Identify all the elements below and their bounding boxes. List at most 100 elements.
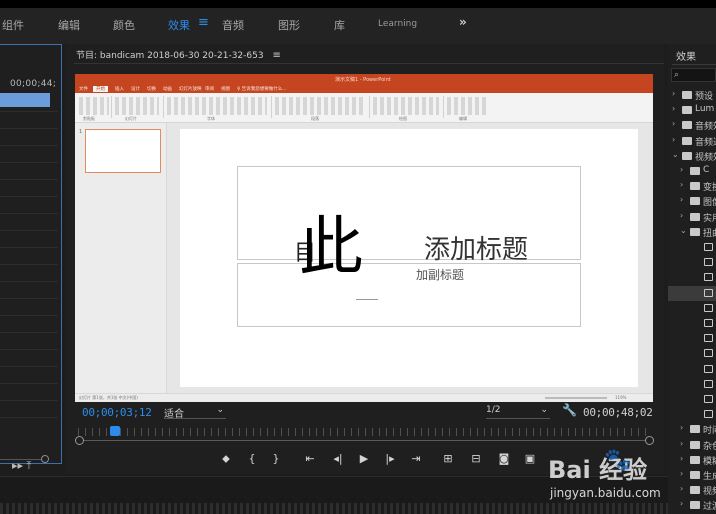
effects-folder-row[interactable]: › 模糊 [668, 453, 716, 468]
mark-in-icon[interactable]: { [242, 450, 262, 468]
timeline-clip[interactable] [0, 93, 50, 107]
effect-preset-icon [704, 243, 713, 251]
effects-folder-row[interactable]: › 时间 [668, 422, 716, 437]
folder-icon [690, 471, 700, 479]
effects-folder-row[interactable]: › 视频 [668, 483, 716, 498]
folder-icon [690, 182, 700, 191]
subtitle-placeholder [237, 263, 581, 327]
disclosure-arrow-icon[interactable]: › [672, 104, 675, 113]
monitor-zoom-bar[interactable] [82, 440, 648, 441]
monitor-time-ruler[interactable] [78, 428, 652, 436]
tab-color[interactable]: 颜色 [113, 17, 135, 33]
effects-menu-icon[interactable]: ≡ [198, 15, 209, 30]
disclosure-arrow-icon[interactable]: › [672, 89, 675, 98]
ppt-editing-area: 添加标题 加副标题 目 此 [167, 123, 653, 393]
chevron-down-icon: ⌄ [540, 405, 548, 415]
tab-library[interactable]: 库 [334, 17, 345, 33]
insert-icon[interactable]: ⊞ [438, 450, 458, 468]
disclosure-arrow-icon[interactable]: › [680, 211, 683, 220]
tab-effects[interactable]: 效果 [168, 17, 190, 33]
monitor-menu-icon[interactable]: ≡ [272, 50, 280, 61]
ribbon-divider [443, 96, 444, 118]
zoom-bar-right-handle[interactable] [645, 436, 654, 445]
disclosure-arrow-icon[interactable]: › [680, 423, 683, 432]
timeline-scroll-handle[interactable] [41, 455, 49, 463]
effects-folder-row[interactable]: › 过渡 [668, 498, 716, 513]
os-title-strip [0, 0, 716, 8]
effects-folder-row[interactable]: ⌄ 扭曲 [668, 225, 716, 240]
effects-folder-row[interactable]: › 杂色 [668, 438, 716, 453]
play-icon[interactable]: ▶ [354, 450, 374, 468]
disclosure-arrow-icon[interactable]: › [680, 454, 683, 463]
disclosure-arrow-icon[interactable]: › [672, 119, 675, 128]
tab-editing[interactable]: 编辑 [58, 17, 80, 33]
go-to-in-icon[interactable]: ⇤ [300, 450, 320, 468]
disclosure-arrow-icon[interactable]: ⌄ [672, 150, 679, 159]
disclosure-arrow-icon[interactable]: › [680, 180, 683, 189]
title-placeholder-text: 添加标题 [424, 235, 529, 265]
go-to-out-icon[interactable]: ⇥ [406, 450, 426, 468]
marker-icon[interactable]: ⬥ [216, 450, 236, 468]
folder-icon [690, 227, 700, 236]
playback-resolution-dropdown[interactable]: 1/2 ⌄ [486, 405, 550, 419]
effects-folder-row[interactable]: › 预设 [668, 88, 716, 103]
zoom-bar-left-handle[interactable] [75, 436, 84, 445]
export-frame-icon[interactable]: ◙ [494, 450, 514, 468]
animated-text-large: 此 [299, 211, 363, 285]
disclosure-arrow-icon[interactable]: › [680, 165, 683, 174]
effects-preset-row[interactable] [668, 407, 716, 422]
compare-icon[interactable]: ▣ [520, 450, 540, 468]
disclosure-arrow-icon[interactable]: › [680, 439, 683, 448]
overwrite-icon[interactable]: ⊟ [466, 450, 486, 468]
effects-preset-row[interactable] [668, 346, 716, 361]
effects-preset-row[interactable] [668, 331, 716, 346]
disclosure-arrow-icon[interactable]: ⌄ [680, 226, 687, 235]
effects-folder-row[interactable]: › Lum [668, 103, 716, 118]
step-forward-icon[interactable]: |▸ [380, 450, 400, 468]
effects-folder-row[interactable]: › 音频效果 [668, 118, 716, 133]
tab-assembly[interactable]: 组件 [2, 17, 24, 33]
effects-search-input[interactable]: ⌕ [671, 68, 716, 82]
effects-panel-title: 效果 [676, 52, 696, 63]
ribbon-group-label: 编辑 [459, 116, 467, 121]
effects-folder-row[interactable]: › 实用 [668, 210, 716, 225]
effects-preset-row[interactable] [668, 270, 716, 285]
effects-folder-row[interactable]: › 变换 [668, 179, 716, 194]
disclosure-arrow-icon[interactable]: › [680, 484, 683, 493]
effects-preset-row[interactable] [668, 392, 716, 407]
ppt-status-text: 幻灯片 第1张，共1张 中文(中国) [79, 395, 138, 400]
disclosure-arrow-icon[interactable]: › [680, 499, 683, 508]
tab-audio[interactable]: 音频 [222, 17, 244, 33]
more-workspaces-icon[interactable]: » [459, 15, 467, 29]
effects-preset-row[interactable] [668, 255, 716, 270]
folder-icon [690, 486, 700, 495]
effects-preset-row[interactable] [668, 316, 716, 331]
step-back-icon[interactable]: ◂| [328, 450, 348, 468]
effects-folder-row[interactable]: › C [668, 164, 716, 179]
playhead-handle[interactable] [110, 426, 120, 436]
disclosure-arrow-icon[interactable]: › [680, 195, 683, 204]
ribbon-divider [369, 96, 370, 118]
tab-learning[interactable]: Learning [378, 19, 417, 29]
wrench-icon[interactable]: 🔧 [562, 403, 577, 417]
effects-folder-row[interactable]: › 音频过渡 [668, 134, 716, 149]
playhead-timecode[interactable]: 00;00;03;12 [82, 406, 152, 419]
effects-preset-row[interactable] [668, 362, 716, 377]
effects-folder-row[interactable]: › 图像 [668, 194, 716, 209]
timeline-tools-icon[interactable]: ▸▸ ⤒ [12, 459, 31, 473]
playback-resolution-value: 1/2 [486, 405, 501, 415]
effects-preset-row[interactable] [668, 301, 716, 316]
zoom-fit-value: 适合 [164, 409, 184, 420]
effects-preset-row[interactable] [668, 240, 716, 255]
disclosure-arrow-icon[interactable]: › [680, 469, 683, 478]
mark-out-icon[interactable]: } [266, 450, 286, 468]
tab-graphics[interactable]: 图形 [278, 17, 300, 33]
effects-folder-row[interactable]: ⌄ 视频效果 [668, 149, 716, 164]
effects-preset-row[interactable] [668, 377, 716, 392]
zoom-fit-dropdown[interactable]: 适合 ⌄ [164, 405, 226, 420]
disclosure-arrow-icon[interactable]: › [672, 135, 675, 144]
effects-preset-row[interactable] [668, 285, 716, 301]
ppt-tab: 审阅 [205, 87, 214, 92]
ppt-window-title: 演示文稿1 - PowerPoint [335, 77, 391, 83]
effects-folder-row[interactable]: › 生成 [668, 468, 716, 483]
